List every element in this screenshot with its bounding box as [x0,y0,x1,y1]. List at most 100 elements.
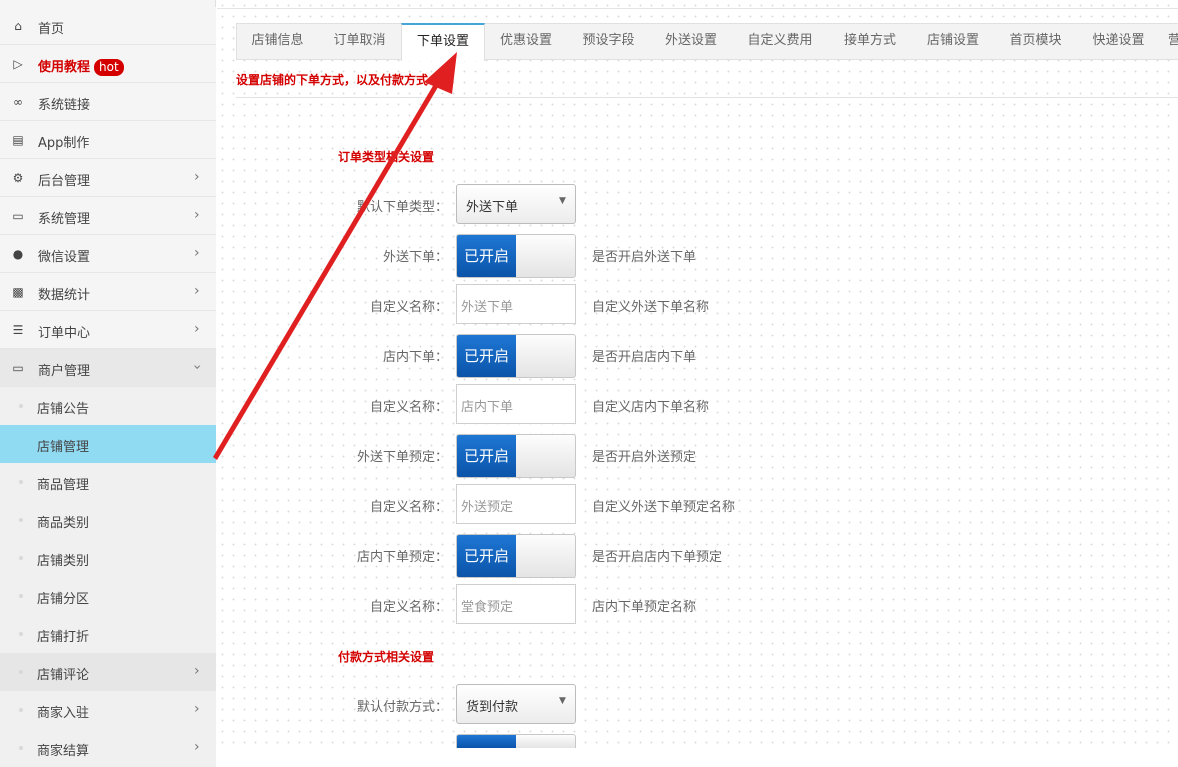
sidebar-subitem-shop-reviews[interactable]: 店铺评论 › [0,653,216,691]
sidebar-subitem-merchant-join[interactable]: 商家入驻 › [0,691,216,729]
delivery-preorder-toggle[interactable]: 已开启 [456,434,576,478]
delivery-order-toggle[interactable]: 已开启 [456,234,576,278]
tab-custom-fees[interactable]: 自定义费用 [732,23,828,60]
tab-accept-mode[interactable]: 接单方式 [828,23,912,60]
dinein-preorder-name-input[interactable]: 堂食预定 [456,584,576,624]
bullet-dot [19,404,23,408]
delivery-name-input[interactable]: 外送下单 [456,284,576,324]
field-label: 默认付款方式： [356,700,448,715]
bullet-dot [19,632,23,636]
default-order-type-select[interactable]: 外送下单 ▼ [456,184,576,224]
sidebar-subitem-label: 店铺类别 [37,554,90,569]
sidebar-subitem-label: 商家结算 [37,744,90,759]
bullet-dot [19,708,23,712]
delivery-preorder-name-input[interactable]: 外送预定 [456,484,576,524]
help-text: 是否开启外送下单 [592,250,697,265]
tab-express-settings[interactable]: 快递设置 [1077,23,1160,60]
input-placeholder: 堂食预定 [461,600,514,615]
chevron-right-icon: › [194,663,200,679]
home-icon: ⌂ [14,19,22,33]
tab-delivery-settings[interactable]: 外送设置 [650,23,732,60]
sidebar-item-system-links[interactable]: ∞ 系统链接 [0,83,216,121]
input-placeholder: 外送下单 [461,300,514,315]
sidebar-subitem-merchant-settle[interactable]: 商家结算 › [0,729,216,767]
tab-preset-fields[interactable]: 预设字段 [567,23,650,60]
sidebar-item-label: 首页 [38,22,65,37]
chevron-right-icon: › [194,321,200,337]
sidebar-subitem-shop-discount[interactable]: 店铺打折 [0,615,216,653]
sidebar: ⌂ 首页 ▷ 使用教程 hot ∞ 系统链接 ▤ App制作 ⚙ 后台管理 › ▭… [0,0,216,767]
sidebar-item-app[interactable]: ▤ App制作 [0,121,216,159]
tab-order-settings[interactable]: 下单设置 [401,23,485,61]
input-placeholder: 店内下单 [461,400,514,415]
dinein-name-input[interactable]: 店内下单 [456,384,576,424]
field-label: 自定义名称： [369,500,448,515]
default-payment-select[interactable]: 货到付款 ▼ [456,684,576,724]
sidebar-subitem-label: 商品管理 [37,478,90,493]
help-text: 是否开启店内下单预定 [592,550,723,565]
chevron-right-icon: › [194,169,200,185]
sidebar-subitem-label: 商家入驻 [37,706,90,721]
hot-badge: hot [94,59,124,76]
sidebar-item-label: 商户管理 [38,364,91,379]
sidebar-item-merchant[interactable]: ▭ 商户管理 › [0,349,216,387]
help-text: 是否开启外送预定 [592,450,697,465]
sidebar-item-system[interactable]: ▭ 系统管理 › [0,197,216,235]
sidebar-item-label: 订单中心 [38,326,91,341]
payment-toggle[interactable] [456,734,576,748]
dropdown-arrow-icon: ▼ [559,196,566,206]
tab-truncated[interactable]: 营 [1168,23,1178,60]
sidebar-item-label: 微信设置 [38,250,91,265]
help-text: 自定义外送下单名称 [592,300,710,315]
select-value: 货到付款 [466,700,519,715]
field-label: 外送下单： [382,250,448,265]
chevron-right-icon: › [194,701,200,717]
chevron-right-icon: › [194,283,200,299]
sidebar-subitem-shop-category[interactable]: 店铺类别 [0,539,216,577]
sidebar-subitem-shop-notice[interactable]: 店铺公告 [0,387,216,425]
chat-icon: ● [12,247,24,261]
sidebar-item-admin[interactable]: ⚙ 后台管理 › [0,159,216,197]
app-icon: ▤ [12,133,24,147]
toggle-on-fill [457,735,516,748]
toggle-on-label: 已开启 [457,335,516,377]
help-text: 店内下单预定名称 [592,600,697,615]
tab-shop-info[interactable]: 店铺信息 [237,23,318,60]
link-icon: ∞ [13,95,23,109]
field-label: 自定义名称： [369,300,448,315]
help-text: 自定义店内下单名称 [592,400,710,415]
sidebar-item-stats[interactable]: ▩ 数据统计 › [0,273,216,311]
sidebar-subitem-label: 店铺评论 [37,668,90,683]
bullet-dot [19,480,23,484]
bullet-dot [19,518,23,522]
toggle-on-label: 已开启 [457,235,516,277]
chevron-right-icon: › [194,739,200,755]
sidebar-subitem-goods-manage[interactable]: 商品管理 [0,463,216,501]
field-label: 默认下单类型： [356,200,448,215]
toggle-on-label: 已开启 [457,435,516,477]
sidebar-item-tutorial[interactable]: ▷ 使用教程 hot [0,45,216,83]
sidebar-item-wechat[interactable]: ● 微信设置 › [0,235,216,273]
dinein-preorder-toggle[interactable]: 已开启 [456,534,576,578]
sidebar-subitem-shop-zone[interactable]: 店铺分区 [0,577,216,615]
sidebar-item-label: 系统管理 [38,212,91,227]
sidebar-item-orders[interactable]: ☰ 订单中心 › [0,311,216,349]
tab-shop-settings[interactable]: 店铺设置 [912,23,994,60]
help-text: 自定义外送下单预定名称 [592,500,736,515]
play-circle-icon: ▷ [13,57,23,71]
tab-order-cancel[interactable]: 订单取消 [318,23,401,60]
tab-discount-settings[interactable]: 优惠设置 [485,23,567,60]
bar-chart-icon: ▩ [12,285,24,299]
dinein-order-toggle[interactable]: 已开启 [456,334,576,378]
sidebar-subitem-shop-manage[interactable]: 店铺管理 [0,425,216,463]
field-label: 外送下单预定： [356,450,448,465]
sidebar-item-home[interactable]: ⌂ 首页 [0,7,216,45]
sidebar-item-label: 后台管理 [38,174,91,189]
bullet-dot [19,670,23,674]
sidebar-subitem-label: 店铺打折 [37,630,90,645]
bullet-dot [19,746,23,750]
sidebar-item-label: 系统链接 [38,98,91,113]
help-text: 是否开启店内下单 [592,350,697,365]
sidebar-subitem-goods-category[interactable]: 商品类别 [0,501,216,539]
tab-home-modules[interactable]: 首页模块 [994,23,1077,60]
